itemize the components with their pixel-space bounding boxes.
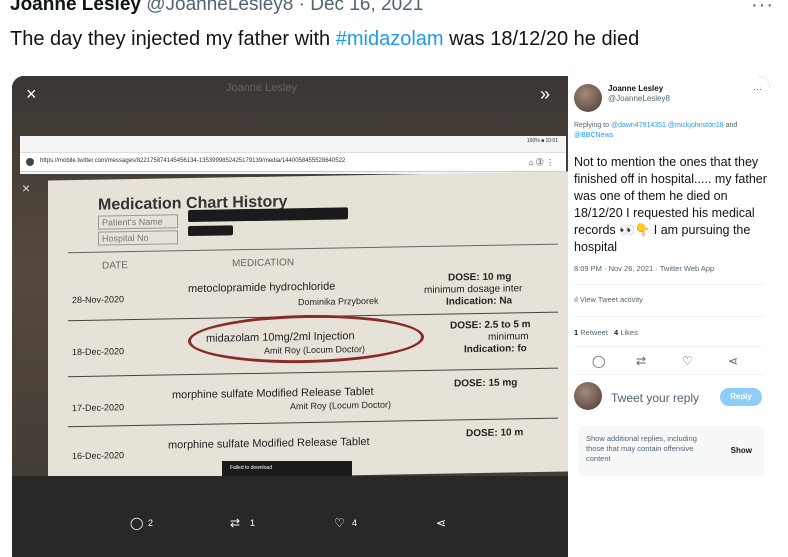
like-icon[interactable]: ♡ [334, 516, 345, 530]
like-icon[interactable]: ♡ [682, 354, 693, 368]
divider [574, 374, 764, 375]
additional-replies-box: Show additional replies, including those… [578, 426, 764, 476]
row-dose-2: minimum [488, 331, 529, 343]
row-date: 28-Nov-2020 [72, 294, 125, 306]
url-bar[interactable]: https://mobile.twitter.com/messages/8221… [20, 152, 566, 172]
author-name[interactable]: Joanne Lesley [10, 0, 141, 15]
divider [574, 316, 764, 317]
row-dose: DOSE: 2.5 to 5 m [450, 319, 531, 332]
row-medication: morphine sulfate Modified Release Tablet [168, 435, 370, 452]
show-button[interactable]: Show [731, 446, 752, 455]
row-date: 16-Dec-2020 [72, 450, 125, 462]
close-icon-2[interactable]: × [22, 180, 30, 196]
divider [574, 284, 764, 285]
retweet-icon[interactable]: ⇄ [230, 516, 240, 530]
reply-icon[interactable]: ◯ [130, 516, 143, 530]
reply-count: 2 [148, 518, 154, 528]
sidebar-author-handle[interactable]: @JoanneLesley8 [608, 94, 670, 103]
photo-viewer: × » Joanne Lesley 100% ■ 10:01 https://m… [12, 76, 568, 557]
replying-to: Replying to @dawn47914351 @mickjohnston1… [574, 121, 766, 141]
view-tweet-activity[interactable]: ıl View Tweet activity [574, 295, 643, 304]
row-dose-3: Indication: fo [464, 343, 527, 356]
retweet-count[interactable]: 1 [574, 328, 578, 337]
view-activity-label: View Tweet activity [579, 295, 643, 304]
row-doctor: Amit Roy (Locum Doctor) [264, 344, 366, 356]
own-avatar[interactable] [574, 382, 602, 410]
row-dose: DOSE: 10 mg [448, 271, 512, 284]
browser-bar: 100% ■ 10:01 https://mobile.twitter.com/… [20, 136, 566, 174]
tweet-sidebar: Joanne Lesley @JoanneLesley8 ··· Replyin… [568, 76, 770, 557]
row-doctor: Amit Roy (Locum Doctor) [290, 399, 392, 412]
row-dose: DOSE: 15 mg [454, 377, 518, 390]
browser-icons[interactable]: ⌂ ⓷ ⋮ [529, 157, 554, 168]
replying-to-prefix: Replying to [574, 122, 611, 129]
row-dose-2: minimum dosage inter [424, 283, 523, 296]
replying-to-and: and [725, 122, 738, 129]
tweet-stats: 1 Retweet 4 Likes [574, 328, 638, 337]
blurred-background [12, 476, 568, 557]
like-label[interactable]: Likes [620, 328, 638, 337]
like-count[interactable]: 4 [614, 328, 618, 337]
redaction-scribble-2 [188, 225, 233, 237]
table-row: 17-Dec-2020 morphine sulfate Modified Re… [68, 368, 558, 428]
tweet-header: Joanne Lesley @JoanneLesley8 · Dec 16, 2… [10, 0, 423, 16]
sidebar-author-name[interactable]: Joanne Lesley [608, 84, 663, 93]
sidebar-tweet-body: Not to mention the ones that they finish… [574, 155, 767, 254]
like-count: 4 [352, 518, 358, 528]
tweet-meta[interactable]: 8:09 PM · Nov 26, 2021 · Twitter Web App [574, 264, 714, 273]
row-dose-3: Indication: Na [446, 295, 513, 308]
url-text[interactable]: https://mobile.twitter.com/messages/8221… [40, 158, 345, 164]
row-medication: metoclopramide hydrochloride [188, 280, 336, 296]
replying-to-bbc[interactable]: @BBCNews [574, 132, 613, 139]
row-dose: DOSE: 10 m [466, 427, 524, 440]
row-doctor: Dominika Przyborek [298, 295, 379, 308]
share-icon[interactable]: ⋖ [436, 516, 446, 530]
tweet-text-post: was 18/12/20 he died [443, 28, 640, 50]
row-date: 18-Dec-2020 [72, 346, 125, 358]
tweet-text-pre: The day they injected my father with [10, 28, 336, 50]
replying-to-users[interactable]: @dawn47914351 @mickjohnston18 [611, 122, 724, 129]
retweet-label[interactable]: Retweet [580, 328, 608, 337]
retweet-icon[interactable]: ⇄ [636, 354, 646, 368]
ghost-name: Joanne Lesley [226, 82, 297, 94]
medication-table: DATE MEDICATION 28-Nov-2020 metocloprami… [68, 243, 558, 483]
table-row: 18-Dec-2020 midazolam 10mg/2ml Injection… [68, 312, 558, 378]
col-date: DATE [102, 260, 128, 272]
share-icon[interactable]: ⋖ [728, 354, 738, 368]
col-medication: MEDICATION [232, 257, 295, 270]
lock-icon [26, 158, 34, 166]
hospital-no-label: Hospital No [98, 230, 178, 246]
row-date: 17-Dec-2020 [72, 402, 125, 414]
more-options-icon[interactable]: ··· [751, 0, 774, 17]
close-icon[interactable]: × [26, 84, 37, 105]
retweet-count: 1 [250, 518, 256, 528]
hashtag-link[interactable]: #midazolam [336, 28, 444, 50]
avatar[interactable] [574, 84, 602, 112]
reply-icon[interactable]: ◯ [592, 354, 605, 368]
row-medication: morphine sulfate Modified Release Tablet [172, 385, 374, 402]
reply-button[interactable]: Reply [720, 388, 762, 406]
author-handle[interactable]: @JoanneLesley8 [146, 0, 293, 15]
additional-replies-text: Show additional replies, including those… [586, 434, 697, 463]
embedded-screenshot[interactable]: × » Joanne Lesley 100% ■ 10:01 https://m… [12, 76, 770, 557]
sidebar-more-icon[interactable]: ··· [753, 84, 762, 94]
tweet-reply-input[interactable]: Tweet your reply [611, 391, 699, 405]
redaction-scribble [188, 207, 348, 223]
tweet-date[interactable]: · Dec 16, 2021 [299, 0, 424, 15]
medication-chart: Medication Chart History Patient's Name … [48, 171, 568, 483]
tweet-text: The day they injected my father with #mi… [10, 28, 639, 51]
status-bar: 100% ■ 10:01 [526, 138, 558, 144]
divider [574, 346, 764, 347]
patient-name-label: Patient's Name [98, 214, 178, 230]
next-arrow-icon[interactable]: » [540, 84, 550, 105]
